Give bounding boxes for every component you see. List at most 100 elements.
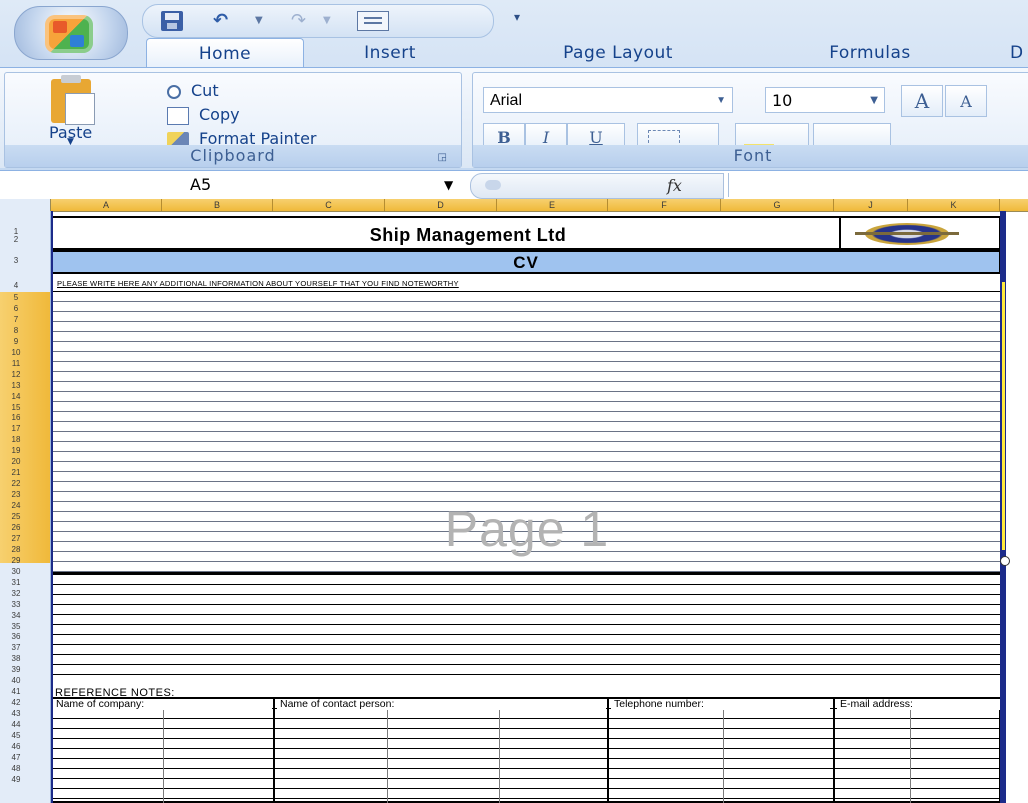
- row-header-10[interactable]: 10: [6, 348, 26, 357]
- worksheet: A B C D E F G J K 1 2 3 4 5 6 7 8 9 10 11 12 13 14 15 1…: [0, 199, 1028, 803]
- row-header-39[interactable]: 39: [6, 665, 26, 674]
- page-watermark: Page 1: [444, 501, 610, 557]
- company-logo-icon: [855, 223, 959, 245]
- copy-button[interactable]: Copy: [167, 103, 240, 127]
- row-header-24[interactable]: 24: [6, 501, 26, 510]
- row-header-22[interactable]: 22: [6, 479, 26, 488]
- customize-qat-button[interactable]: ▾: [514, 10, 520, 24]
- row-header-5[interactable]: 5: [6, 293, 26, 302]
- row-header-35[interactable]: 35: [6, 622, 26, 631]
- row-header-42[interactable]: 42: [6, 698, 26, 707]
- table-divider: [163, 710, 164, 803]
- row-header-13[interactable]: 13: [6, 381, 26, 390]
- row-header-34[interactable]: 34: [6, 611, 26, 620]
- column-header-f[interactable]: F: [608, 199, 721, 211]
- row-header-36[interactable]: 36: [6, 632, 26, 641]
- redo-icon[interactable]: ↷: [291, 11, 306, 31]
- row-header-6[interactable]: 6: [6, 304, 26, 313]
- row-header-31[interactable]: 31: [6, 578, 26, 587]
- fill-handle[interactable]: [1000, 556, 1010, 566]
- chevron-down-icon[interactable]: ▼: [716, 88, 726, 114]
- undo-dropdown-icon[interactable]: ▼: [255, 11, 263, 31]
- row-header-48[interactable]: 48: [6, 764, 26, 773]
- print-area-left-border: [51, 211, 53, 803]
- row-header-49[interactable]: 49: [6, 775, 26, 784]
- table-divider: [723, 710, 724, 803]
- tab-data[interactable]: D: [1010, 38, 1028, 68]
- row-header-9[interactable]: 9: [6, 337, 26, 346]
- undo-icon[interactable]: ↶: [213, 11, 228, 31]
- row-header-25[interactable]: 25: [6, 512, 26, 521]
- row-header-37[interactable]: 37: [6, 643, 26, 652]
- tab-home[interactable]: Home: [146, 38, 304, 69]
- row-header-44[interactable]: 44: [6, 720, 26, 729]
- shrink-font-button[interactable]: A: [945, 85, 987, 117]
- column-header-c[interactable]: C: [273, 199, 385, 211]
- continuation-lines[interactable]: [51, 575, 1001, 679]
- tab-page-layout[interactable]: Page Layout: [520, 38, 716, 68]
- name-box[interactable]: A5 ▼: [6, 173, 456, 197]
- row-header-38[interactable]: 38: [6, 654, 26, 663]
- quick-access-toolbar: ↶ ▼ ↷ ▼: [142, 4, 494, 38]
- row-header-41[interactable]: 41: [6, 687, 26, 696]
- row-header-26[interactable]: 26: [6, 523, 26, 532]
- row-header-32[interactable]: 32: [6, 589, 26, 598]
- chevron-down-icon[interactable]: ▼: [444, 173, 453, 197]
- table-divider: [607, 699, 609, 803]
- select-all-corner[interactable]: [0, 199, 51, 211]
- cell-grid[interactable]: Ship Management Ltd CV PLEASE WRITE HERE…: [51, 211, 1005, 803]
- column-header-k[interactable]: K: [908, 199, 1000, 211]
- grow-font-button[interactable]: A: [901, 85, 943, 117]
- tab-insert[interactable]: Insert: [340, 38, 440, 68]
- row-header-43[interactable]: 43: [6, 709, 26, 718]
- row-header-29[interactable]: 29: [6, 556, 26, 565]
- reference-table[interactable]: Name of company: Name of contact person:…: [51, 697, 1001, 803]
- row-header-23[interactable]: 23: [6, 490, 26, 499]
- row-header-7[interactable]: 7: [6, 315, 26, 324]
- additional-info-area[interactable]: Page 1: [51, 291, 1001, 573]
- dialog-launcher-icon[interactable]: ◲: [438, 152, 447, 163]
- row-header-16[interactable]: 16: [6, 413, 26, 422]
- row-header-17[interactable]: 17: [6, 424, 26, 433]
- font-size-select[interactable]: 10 ▼: [765, 87, 885, 113]
- row-header-33[interactable]: 33: [6, 600, 26, 609]
- column-header-a[interactable]: A: [51, 199, 162, 211]
- font-name-select[interactable]: Arial ▼: [483, 87, 733, 113]
- form-icon[interactable]: [357, 11, 389, 31]
- column-header-j[interactable]: J: [834, 199, 908, 211]
- row-header-14[interactable]: 14: [6, 392, 26, 401]
- row-header-47[interactable]: 47: [6, 753, 26, 762]
- row-header-30[interactable]: 30: [6, 567, 26, 576]
- row-header-12[interactable]: 12: [6, 370, 26, 379]
- row-header-4[interactable]: 4: [6, 281, 26, 290]
- row-header-2[interactable]: 2: [6, 235, 26, 244]
- tab-formulas[interactable]: Formulas: [800, 38, 940, 68]
- chevron-down-icon[interactable]: ▼: [870, 88, 878, 114]
- row-header-15[interactable]: 15: [6, 403, 26, 412]
- row-header-19[interactable]: 19: [6, 446, 26, 455]
- row-header-28[interactable]: 28: [6, 545, 26, 554]
- row-header-21[interactable]: 21: [6, 468, 26, 477]
- row-header-11[interactable]: 11: [6, 359, 26, 368]
- column-header-d[interactable]: D: [385, 199, 497, 211]
- column-header-b[interactable]: B: [162, 199, 273, 211]
- row-header-18[interactable]: 18: [6, 435, 26, 444]
- row-header-40[interactable]: 40: [6, 676, 26, 685]
- row-header-27[interactable]: 27: [6, 534, 26, 543]
- row-header-8[interactable]: 8: [6, 326, 26, 335]
- row-header-45[interactable]: 45: [6, 731, 26, 740]
- formula-input[interactable]: [728, 173, 1028, 197]
- column-header-g[interactable]: G: [721, 199, 834, 211]
- save-icon[interactable]: [161, 11, 183, 31]
- cut-button[interactable]: Cut: [167, 79, 219, 103]
- row-header-46[interactable]: 46: [6, 742, 26, 751]
- office-button[interactable]: [14, 6, 128, 60]
- column-header-e[interactable]: E: [497, 199, 608, 211]
- row-header-3[interactable]: 3: [6, 256, 26, 265]
- ref-header-telephone: Telephone number:: [611, 699, 830, 710]
- redo-dropdown-icon[interactable]: ▼: [323, 11, 331, 31]
- expand-icon[interactable]: [485, 180, 501, 190]
- function-icon[interactable]: fx: [667, 176, 682, 195]
- paste-icon[interactable]: [51, 75, 95, 125]
- row-header-20[interactable]: 20: [6, 457, 26, 466]
